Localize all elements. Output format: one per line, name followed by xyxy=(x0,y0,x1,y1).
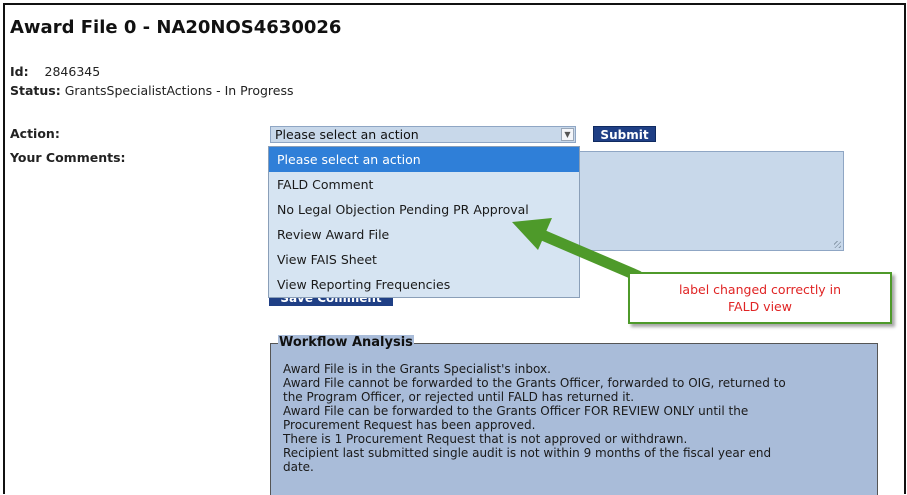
action-select[interactable]: Please select an action ▼ xyxy=(270,126,576,143)
workflow-legend: Workflow Analysis xyxy=(278,335,414,350)
workflow-line: Award File can be forwarded to the Grant… xyxy=(283,404,749,418)
workflow-text: Award File is in the Grants Specialist's… xyxy=(283,362,873,474)
chevron-down-icon[interactable]: ▼ xyxy=(561,128,574,141)
submit-button[interactable]: Submit xyxy=(593,126,656,142)
workflow-line: Recipient last submitted single audit is… xyxy=(283,446,772,460)
workflow-line: date. xyxy=(283,460,314,474)
id-value: 2846345 xyxy=(44,64,101,79)
id-label: Id: xyxy=(10,64,29,79)
workflow-line: There is 1 Procurement Request that is n… xyxy=(283,432,688,446)
dropdown-option[interactable]: View Reporting Frequencies xyxy=(269,272,579,297)
action-label: Action: xyxy=(10,126,60,141)
resize-grip-icon[interactable] xyxy=(834,241,841,248)
status-value: GrantsSpecialistActions - In Progress xyxy=(64,83,294,98)
workflow-line: Procurement Request has been approved. xyxy=(283,418,536,432)
page-title: Award File 0 - NA20NOS4630026 xyxy=(10,17,342,38)
action-select-value: Please select an action xyxy=(275,127,419,142)
callout-text: label changed correctly in FALD view xyxy=(678,282,842,314)
id-row: Id: 2846345 xyxy=(10,64,100,79)
dropdown-option[interactable]: View FAIS Sheet xyxy=(269,247,579,272)
dropdown-option[interactable]: No Legal Objection Pending PR Approval xyxy=(269,197,579,222)
dropdown-option[interactable]: Please select an action xyxy=(269,147,579,172)
workflow-line: Award File cannot be forwarded to the Gr… xyxy=(283,376,786,390)
workflow-line: the Program Officer, or rejected until F… xyxy=(283,390,635,404)
status-label: Status: xyxy=(10,83,61,98)
comments-label: Your Comments: xyxy=(10,150,126,165)
comments-textarea[interactable] xyxy=(574,151,844,251)
dropdown-option[interactable]: Review Award File xyxy=(269,222,579,247)
dropdown-option[interactable]: FALD Comment xyxy=(269,172,579,197)
annotation-callout: label changed correctly in FALD view xyxy=(628,272,892,324)
workflow-line: Award File is in the Grants Specialist's… xyxy=(283,362,551,376)
status-row: Status: GrantsSpecialistActions - In Pro… xyxy=(10,83,294,98)
action-dropdown-list: Please select an action FALD Comment No … xyxy=(268,146,580,298)
